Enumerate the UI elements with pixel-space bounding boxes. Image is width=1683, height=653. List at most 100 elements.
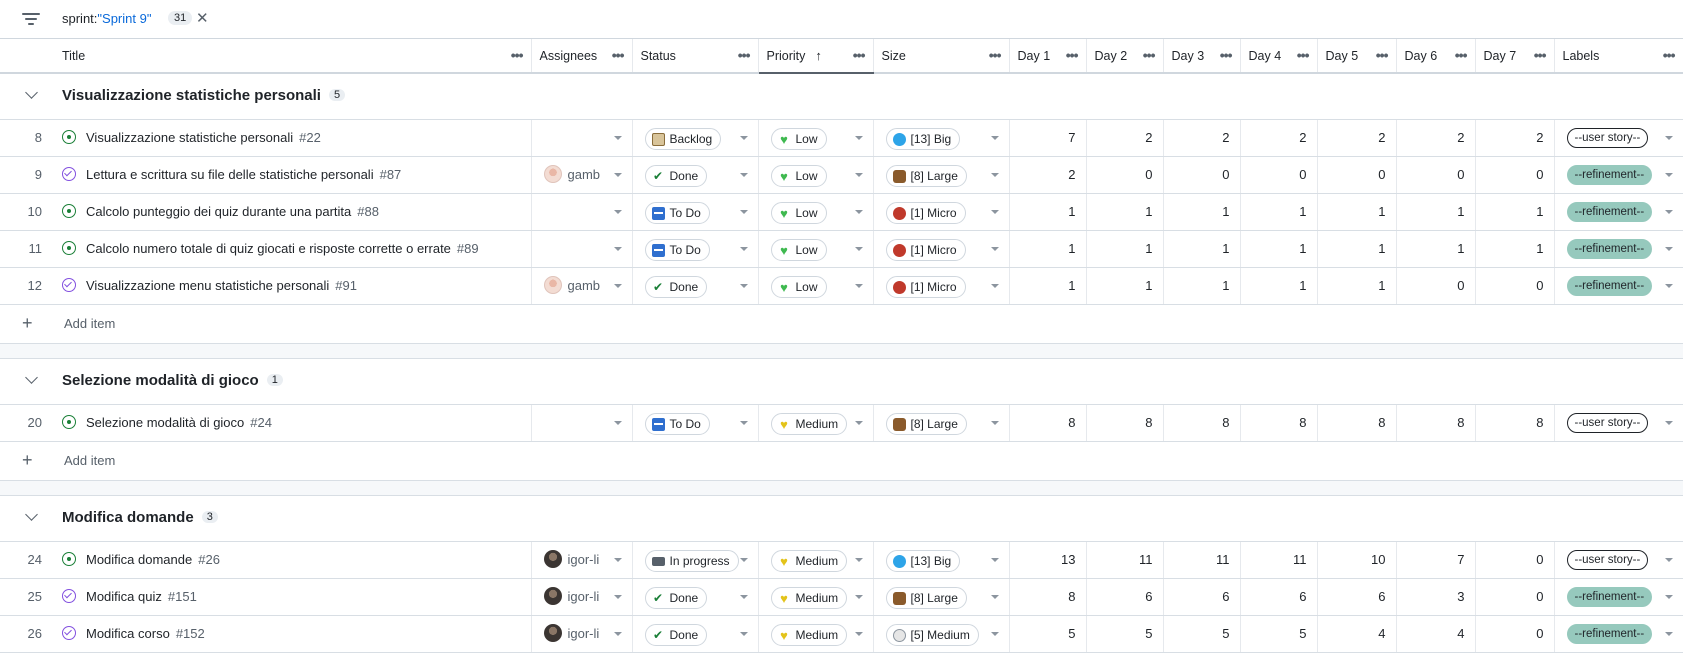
column-menu-icon[interactable]: ••• (1663, 47, 1676, 63)
labels-cell[interactable]: --refinement-- (1554, 193, 1683, 231)
day3-cell[interactable]: 1 (1163, 267, 1241, 305)
chevron-down-icon[interactable] (854, 284, 863, 288)
chevron-down-icon[interactable] (990, 284, 999, 288)
chevron-down-icon[interactable] (739, 173, 748, 177)
assignee-cell[interactable] (531, 404, 633, 442)
col-day2[interactable]: Day 2 ••• (1086, 39, 1164, 74)
size-cell[interactable]: [1] Micro (873, 267, 1010, 305)
day7-cell[interactable]: 0 (1475, 156, 1555, 194)
day1-cell[interactable]: 2 (1009, 156, 1087, 194)
title-cell[interactable]: 26 Modifica corso #152 (0, 615, 532, 653)
day6-cell[interactable]: 1 (1396, 193, 1476, 231)
day7-cell[interactable]: 2 (1475, 119, 1555, 157)
day6-cell[interactable]: 2 (1396, 119, 1476, 157)
issue-title[interactable]: Calcolo numero totale di quiz giocati e … (86, 241, 479, 256)
chevron-down-icon[interactable] (25, 508, 38, 521)
day3-cell[interactable]: 8 (1163, 404, 1241, 442)
group-header[interactable]: Modifica domande 3 (0, 495, 1683, 542)
chevron-down-icon[interactable] (739, 595, 748, 599)
plus-icon[interactable]: + (22, 313, 33, 334)
assignee-cell[interactable] (531, 193, 633, 231)
column-menu-icon[interactable]: ••• (511, 47, 524, 63)
col-title[interactable]: Title ••• (0, 39, 532, 74)
day2-cell[interactable]: 1 (1086, 193, 1164, 231)
chevron-down-icon[interactable] (1664, 558, 1673, 562)
chevron-down-icon[interactable] (613, 173, 622, 177)
issue-title[interactable]: Modifica corso #152 (86, 626, 205, 641)
column-menu-icon[interactable]: ••• (1534, 47, 1547, 63)
chevron-down-icon[interactable] (613, 210, 622, 214)
day6-cell[interactable]: 4 (1396, 615, 1476, 653)
column-menu-icon[interactable]: ••• (1376, 47, 1389, 63)
chevron-down-icon[interactable] (613, 558, 622, 562)
day4-cell[interactable]: 11 (1240, 541, 1318, 579)
title-cell[interactable]: 8 Visualizzazione statistiche personali #… (0, 119, 532, 157)
day4-cell[interactable]: 1 (1240, 267, 1318, 305)
assignee-cell[interactable] (531, 119, 633, 157)
chevron-down-icon[interactable] (739, 136, 748, 140)
status-cell[interactable]: To Do (632, 404, 759, 442)
labels-cell[interactable]: --user story-- (1554, 119, 1683, 157)
col-priority[interactable]: Priority ↑ ••• (758, 39, 874, 74)
day7-cell[interactable]: 0 (1475, 541, 1555, 579)
chevron-down-icon[interactable] (990, 595, 999, 599)
chevron-down-icon[interactable] (613, 632, 622, 636)
day3-cell[interactable]: 0 (1163, 156, 1241, 194)
day3-cell[interactable]: 2 (1163, 119, 1241, 157)
group-header[interactable]: Visualizzazione statistiche personali 5 (0, 73, 1683, 120)
add-item-row[interactable]: + Add item (0, 441, 1683, 481)
status-cell[interactable]: In progress (632, 541, 759, 579)
day5-cell[interactable]: 8 (1317, 404, 1397, 442)
chevron-down-icon[interactable] (854, 210, 863, 214)
day4-cell[interactable]: 1 (1240, 230, 1318, 268)
chevron-down-icon[interactable] (990, 210, 999, 214)
col-day5[interactable]: Day 5 ••• (1317, 39, 1397, 74)
title-cell[interactable]: 9 Lettura e scrittura su file delle stat… (0, 156, 532, 194)
filter-query[interactable]: sprint:"Sprint 9" (62, 11, 151, 26)
status-cell[interactable]: Backlog (632, 119, 759, 157)
title-cell[interactable]: 11 Calcolo numero totale di quiz giocati… (0, 230, 532, 268)
chevron-down-icon[interactable] (739, 421, 748, 425)
chevron-down-icon[interactable] (739, 247, 748, 251)
assignee-cell[interactable]: gamb (531, 156, 633, 194)
column-menu-icon[interactable]: ••• (1143, 47, 1156, 63)
labels-cell[interactable]: --refinement-- (1554, 230, 1683, 268)
column-menu-icon[interactable]: ••• (989, 47, 1002, 63)
chevron-down-icon[interactable] (25, 371, 38, 384)
labels-cell[interactable]: --user story-- (1554, 404, 1683, 442)
title-cell[interactable]: 24 Modifica domande #26 (0, 541, 532, 579)
add-item-button[interactable]: Add item (64, 316, 115, 331)
day6-cell[interactable]: 8 (1396, 404, 1476, 442)
labels-cell[interactable]: --refinement-- (1554, 615, 1683, 653)
priority-cell[interactable]: ♥ Low (758, 230, 874, 268)
day5-cell[interactable]: 2 (1317, 119, 1397, 157)
size-cell[interactable]: [8] Large (873, 156, 1010, 194)
day6-cell[interactable]: 1 (1396, 230, 1476, 268)
day2-cell[interactable]: 2 (1086, 119, 1164, 157)
chevron-down-icon[interactable] (1664, 421, 1673, 425)
add-item-button[interactable]: Add item (64, 453, 115, 468)
issue-title[interactable]: Visualizzazione statistiche personali #22 (86, 130, 321, 145)
add-item-row[interactable]: + Add item (0, 304, 1683, 344)
title-cell[interactable]: 12 Visualizzazione menu statistiche pers… (0, 267, 532, 305)
group-header[interactable]: Selezione modalità di gioco 1 (0, 358, 1683, 405)
chevron-down-icon[interactable] (854, 632, 863, 636)
size-cell[interactable]: [13] Big (873, 119, 1010, 157)
day4-cell[interactable]: 5 (1240, 615, 1318, 653)
chevron-down-icon[interactable] (854, 558, 863, 562)
day2-cell[interactable]: 1 (1086, 267, 1164, 305)
day5-cell[interactable]: 1 (1317, 193, 1397, 231)
day5-cell[interactable]: 0 (1317, 156, 1397, 194)
day6-cell[interactable]: 3 (1396, 578, 1476, 616)
status-cell[interactable]: To Do (632, 230, 759, 268)
assignee-cell[interactable]: igor-li (531, 578, 633, 616)
labels-cell[interactable]: --refinement-- (1554, 578, 1683, 616)
chevron-down-icon[interactable] (1664, 173, 1673, 177)
day2-cell[interactable]: 5 (1086, 615, 1164, 653)
chevron-down-icon[interactable] (739, 284, 748, 288)
chevron-down-icon[interactable] (1664, 136, 1673, 140)
day1-cell[interactable]: 1 (1009, 193, 1087, 231)
issue-title[interactable]: Modifica quiz #151 (86, 589, 197, 604)
size-cell[interactable]: [1] Micro (873, 230, 1010, 268)
size-cell[interactable]: [5] Medium (873, 615, 1010, 653)
